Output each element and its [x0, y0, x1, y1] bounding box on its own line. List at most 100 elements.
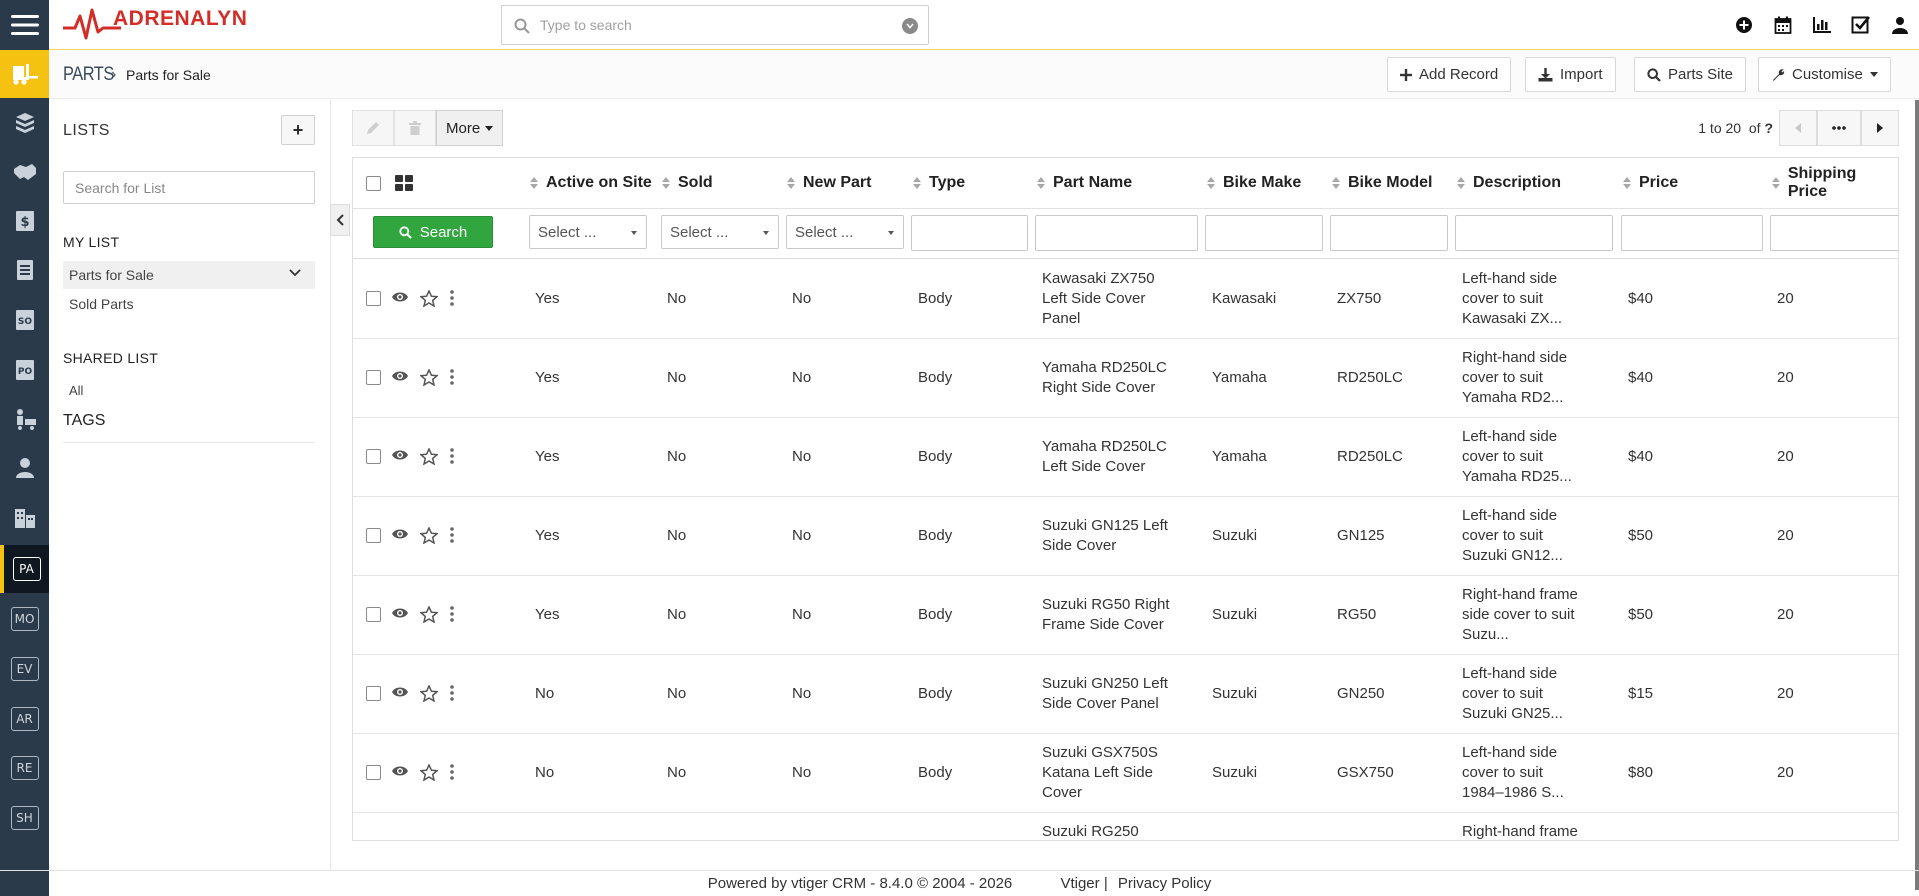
cell-part-name[interactable]: Suzuki RG50 Right Frame Side Cover [1042, 595, 1170, 635]
filter-price-input[interactable] [1621, 215, 1763, 251]
row-more-button[interactable] [450, 369, 454, 390]
row-view-button[interactable] [391, 369, 409, 388]
rail-item-re[interactable]: RE [0, 744, 49, 792]
rail-item-services[interactable] [0, 148, 49, 196]
next-page-button[interactable] [1861, 110, 1899, 146]
column-header-new-part[interactable]: New Part [787, 158, 871, 208]
row-view-button[interactable] [391, 685, 409, 704]
list-search-input[interactable] [63, 171, 315, 204]
column-header-part-name[interactable]: Part Name [1037, 158, 1132, 208]
previous-page-button[interactable] [1779, 110, 1817, 146]
list-item-sold-parts[interactable]: Sold Parts [63, 290, 315, 318]
filter-description-input[interactable] [1455, 215, 1613, 251]
row-star-button[interactable] [419, 289, 439, 312]
row-view-button[interactable] [391, 764, 409, 783]
global-search[interactable] [501, 5, 929, 45]
filter-search-button[interactable]: Search [373, 216, 493, 248]
row-view-button[interactable] [391, 606, 409, 625]
rail-item-invoices[interactable] [0, 246, 49, 294]
rail-item-organizations[interactable] [0, 494, 49, 542]
filter-sold-select[interactable]: Select ... [661, 215, 779, 249]
table-row[interactable]: Yes No No Body Suzuki RG50 Right Frame Side C… [353, 576, 1898, 655]
table-row[interactable]: Yes No No Body Yamaha RD250LC Right Side Cove… [353, 339, 1898, 418]
rail-item-purchase-orders[interactable]: PO [0, 346, 49, 394]
app-menu-button[interactable] [0, 0, 49, 50]
row-star-button[interactable] [419, 368, 439, 391]
row-more-button[interactable] [450, 685, 454, 706]
row-more-button[interactable] [450, 764, 454, 785]
row-more-button[interactable] [450, 606, 454, 627]
column-header-type[interactable]: Type [913, 158, 965, 208]
filter-active-on-site-select[interactable]: Select ... [529, 215, 647, 249]
add-record-button[interactable]: Add Record [1387, 57, 1512, 92]
row-view-button[interactable] [391, 290, 409, 309]
column-header-bike-model[interactable]: Bike Model [1332, 158, 1432, 208]
table-row[interactable]: Yes No No Body Kawasaki ZX750 Left Side Cover… [353, 260, 1898, 339]
column-settings-button[interactable] [395, 158, 413, 208]
reports-button[interactable] [1802, 0, 1841, 50]
footer-privacy-link[interactable]: Privacy Policy [1118, 875, 1211, 892]
chevron-down-icon[interactable] [289, 269, 301, 277]
page-total[interactable]: ? [1764, 120, 1773, 136]
row-checkbox[interactable] [366, 686, 381, 701]
row-star-button[interactable] [419, 526, 439, 549]
rail-item-ev[interactable]: EV [0, 645, 49, 693]
rail-item-ar[interactable]: AR [0, 695, 49, 743]
rail-item-sh[interactable]: SH [0, 794, 49, 842]
rail-item-products[interactable] [0, 99, 49, 147]
filter-bike-model-input[interactable] [1330, 215, 1448, 251]
import-button[interactable]: Import [1525, 57, 1616, 92]
rail-item-parts-home[interactable] [0, 50, 49, 98]
table-row[interactable]: Yes No No Body Suzuki GN125 Left Side Cover Su… [353, 497, 1898, 576]
more-actions-button[interactable]: More [436, 110, 504, 146]
cell-part-name[interactable]: Suzuki GN125 Left Side Cover [1042, 516, 1168, 556]
table-row[interactable]: No No No Body Suzuki GN250 Left Side Cover Pa… [353, 655, 1898, 734]
tasks-button[interactable] [1841, 0, 1880, 50]
row-star-button[interactable] [419, 684, 439, 707]
global-search-input[interactable] [540, 14, 880, 36]
column-header-active-on-site[interactable]: Active on Site [530, 158, 652, 208]
search-options-chevron-icon[interactable] [902, 18, 918, 34]
row-view-button[interactable] [391, 527, 409, 546]
row-checkbox[interactable] [366, 449, 381, 464]
cell-part-name[interactable]: Suzuki GSX750S Katana Left Side Cover [1042, 743, 1158, 803]
row-star-button[interactable] [419, 447, 439, 470]
row-view-button[interactable] [391, 448, 409, 467]
calendar-button[interactable] [1763, 0, 1802, 50]
filter-new-part-select[interactable]: Select ... [786, 215, 904, 249]
filter-part-name-input[interactable] [1035, 215, 1198, 251]
filter-shipping-price-input[interactable] [1770, 215, 1898, 251]
quick-create-button[interactable] [1724, 0, 1763, 50]
column-header-sold[interactable]: Sold [662, 158, 713, 208]
table-row[interactable]: No No No Body Suzuki GSX750S Katana Left Side… [353, 734, 1898, 813]
brand-logo[interactable]: ADRENALYN [63, 4, 247, 44]
cell-part-name[interactable]: Yamaha RD250LC Right Side Cover [1042, 358, 1167, 398]
user-menu-button[interactable] [1880, 0, 1919, 50]
row-checkbox[interactable] [366, 607, 381, 622]
cell-part-name[interactable]: Kawasaki ZX750 Left Side Cover Panel [1042, 269, 1155, 329]
cell-part-name[interactable]: Suzuki RG250 [1042, 822, 1139, 840]
page-jump-button[interactable] [1817, 110, 1861, 146]
column-header-price[interactable]: Price [1623, 158, 1678, 208]
row-star-button[interactable] [419, 763, 439, 786]
cell-part-name[interactable]: Yamaha RD250LC Left Side Cover [1042, 437, 1167, 477]
customise-button[interactable]: Customise [1758, 57, 1891, 92]
footer-vtiger-link[interactable]: Vtiger [1060, 875, 1099, 892]
column-header-shipping-price[interactable]: Shipping Price [1772, 158, 1898, 208]
table-row[interactable]: Yes No No Body Yamaha RD250LC Left Side Cover… [353, 418, 1898, 497]
row-checkbox[interactable] [366, 370, 381, 385]
row-more-button[interactable] [450, 527, 454, 548]
breadcrumb-module[interactable]: PARTS [63, 64, 114, 86]
row-more-button[interactable] [450, 290, 454, 311]
row-checkbox[interactable] [366, 528, 381, 543]
column-header-description[interactable]: Description [1457, 158, 1561, 208]
cell-part-name[interactable]: Suzuki GN250 Left Side Cover Panel [1042, 674, 1168, 714]
page-scrollbar[interactable] [1915, 100, 1919, 890]
row-checkbox[interactable] [366, 291, 381, 306]
column-header-bike-make[interactable]: Bike Make [1207, 158, 1301, 208]
rail-item-mo[interactable]: MO [0, 595, 49, 643]
filter-bike-make-input[interactable] [1205, 215, 1323, 251]
row-more-button[interactable] [450, 448, 454, 469]
parts-site-button[interactable]: Parts Site [1634, 57, 1747, 92]
list-item-parts-for-sale[interactable]: Parts for Sale [63, 261, 315, 289]
